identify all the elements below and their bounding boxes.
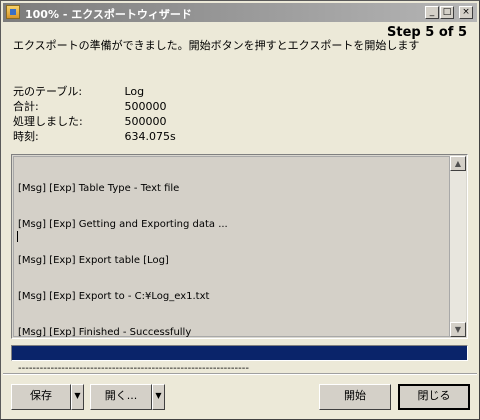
minimize-button[interactable]: _ (425, 6, 439, 19)
info-value: 634.075s (124, 130, 176, 143)
log-text-area[interactable]: [Msg] [Exp] Table Type - Text file [Msg]… (13, 156, 450, 374)
open-dropdown-arrow-icon[interactable]: ▼ (152, 384, 165, 410)
maximize-button[interactable]: □ (440, 6, 454, 19)
progress-fill (12, 346, 467, 360)
text-caret (17, 231, 18, 242)
title-bar[interactable]: 100% - エクスポートウィザード _ □ × (3, 3, 477, 22)
info-row-total: 合計: 500000 (13, 98, 167, 114)
info-row-source-table: 元のテーブル: Log (13, 83, 144, 99)
open-button[interactable]: 開く... (90, 384, 152, 410)
log-line: [Msg] [Exp] Export table [Log] (18, 255, 169, 266)
log-line: [Msg] [Exp] Finished - Successfully (18, 327, 192, 338)
log-line: [Msg] [Exp] Export to - C:¥Log_ex1.txt (18, 291, 210, 302)
info-label: 合計: (13, 100, 39, 113)
save-button[interactable]: 保存 (11, 384, 71, 410)
log-line: [Msg] [Exp] Getting and Exporting data .… (18, 219, 228, 230)
info-row-time: 時刻: 634.075s (13, 128, 176, 144)
close-button[interactable]: 閉じる (398, 384, 470, 410)
instruction-text: エクスポートの準備ができました。開始ボタンを押すとエクスポートを開始します (13, 39, 420, 52)
scroll-up-arrow-icon[interactable]: ▲ (450, 156, 466, 171)
log-lines: [Msg] [Exp] Table Type - Text file [Msg]… (18, 159, 249, 399)
log-vertical-scrollbar[interactable]: ▲ ▼ (450, 156, 466, 337)
log-line: [Msg] [Exp] Table Type - Text file (18, 183, 180, 194)
footer-divider (3, 373, 477, 375)
export-progress-bar (11, 345, 468, 361)
info-label: 元のテーブル: (13, 85, 83, 98)
start-button[interactable]: 開始 (319, 384, 391, 410)
info-row-processed: 処理しました: 500000 (13, 113, 167, 129)
info-label: 時刻: (13, 130, 39, 143)
export-wizard-window: 100% - エクスポートウィザード _ □ × Step 5 of 5 エクス… (0, 0, 480, 420)
scroll-down-arrow-icon[interactable]: ▼ (450, 322, 466, 337)
info-label: 処理しました: (13, 115, 83, 128)
info-value: Log (124, 85, 145, 98)
open-split-button: 開く... ▼ (90, 384, 165, 410)
log-output[interactable]: [Msg] [Exp] Table Type - Text file [Msg]… (11, 154, 468, 374)
info-value: 500000 (124, 100, 167, 113)
window-title: 100% - エクスポートウィザード (25, 8, 192, 21)
app-icon (6, 5, 20, 19)
save-split-button: 保存 ▼ (11, 384, 84, 410)
close-window-button[interactable]: × (459, 6, 473, 19)
save-dropdown-arrow-icon[interactable]: ▼ (71, 384, 84, 410)
info-value: 500000 (124, 115, 167, 128)
